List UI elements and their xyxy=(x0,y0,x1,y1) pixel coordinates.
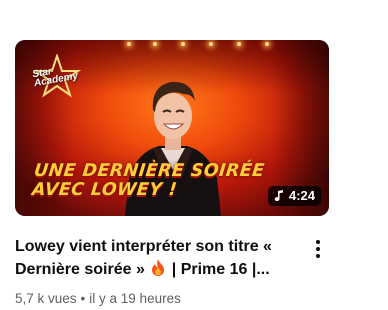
music-note-icon xyxy=(274,190,283,202)
video-thumbnail[interactable]: Star Academy UNE DERNIÈRE SOIRÉE AVEC LO… xyxy=(15,40,329,216)
video-title-suffix: | Prime 16 |... xyxy=(171,261,270,278)
stage-lights xyxy=(15,40,329,48)
upload-age: il y a 19 heures xyxy=(89,291,181,306)
more-vert-icon-dot xyxy=(316,247,320,251)
video-card[interactable]: Star Academy UNE DERNIÈRE SOIRÉE AVEC LO… xyxy=(0,0,388,310)
view-count: 5,7 k vues xyxy=(15,291,77,306)
video-title[interactable]: Lowey vient interpréter son titre « Dern… xyxy=(15,235,295,281)
duration-text: 4:24 xyxy=(288,188,315,203)
duration-badge: 4:24 xyxy=(267,186,321,206)
more-vert-icon xyxy=(316,240,320,244)
more-options-button[interactable] xyxy=(307,236,329,262)
fire-icon xyxy=(152,259,165,276)
meta-separator: • xyxy=(80,291,86,306)
more-vert-icon-dot xyxy=(316,254,320,258)
video-metadata: 5,7 k vues • il y a 19 heures xyxy=(15,290,181,308)
